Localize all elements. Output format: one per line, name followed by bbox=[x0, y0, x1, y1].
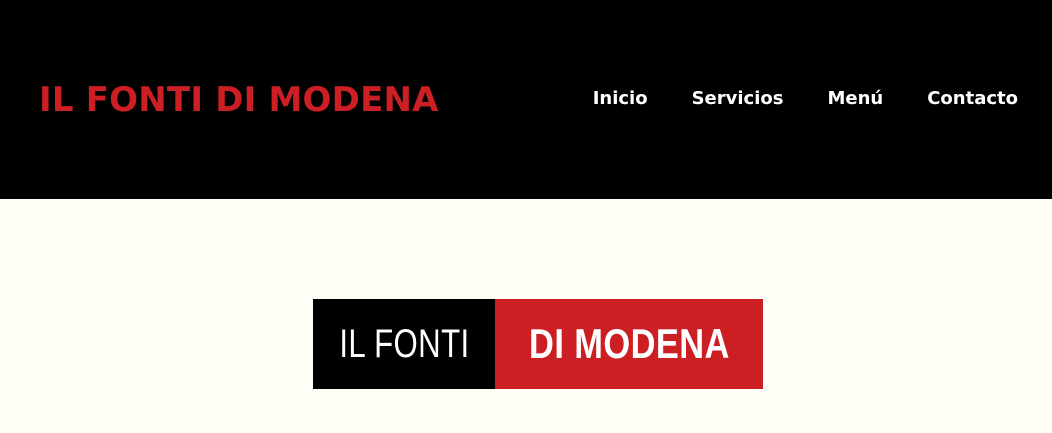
main-content: IL FONTI DI MODENA bbox=[0, 199, 1052, 433]
logo-left-text: IL FONTI bbox=[338, 321, 470, 366]
main-nav: Inicio Servicios Menú Contacto bbox=[593, 86, 1018, 112]
logo-right-panel: DI MODENA bbox=[495, 299, 763, 389]
logo-left-panel: IL FONTI bbox=[313, 299, 495, 389]
site-brand-title[interactable]: IL FONTI DI MODENA bbox=[39, 78, 439, 122]
nav-link-menu[interactable]: Menú bbox=[827, 86, 883, 112]
logo-right-text: DI MODENA bbox=[528, 320, 730, 367]
site-header: IL FONTI DI MODENA Inicio Servicios Menú… bbox=[0, 0, 1052, 199]
nav-link-inicio[interactable]: Inicio bbox=[593, 86, 648, 112]
nav-link-servicios[interactable]: Servicios bbox=[692, 86, 784, 112]
brand-logo: IL FONTI DI MODENA bbox=[313, 299, 763, 389]
nav-link-contacto[interactable]: Contacto bbox=[927, 86, 1018, 112]
